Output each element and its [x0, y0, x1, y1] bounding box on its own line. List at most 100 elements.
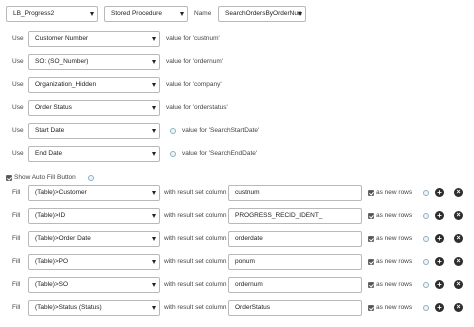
as-new-rows-checkbox[interactable] — [368, 259, 374, 265]
chevron-down-icon — [152, 191, 156, 195]
use-label: Use — [12, 58, 24, 65]
chevron-down-icon — [152, 306, 156, 310]
info-icon[interactable] — [423, 305, 429, 311]
use-value-text: value for 'orderstatus' — [166, 104, 228, 111]
result-column-input[interactable]: OrderStatus — [228, 300, 362, 316]
chevron-down-icon — [152, 60, 156, 64]
info-icon[interactable] — [423, 282, 429, 288]
chevron-down-icon — [298, 12, 302, 16]
as-new-rows-checkbox[interactable] — [368, 190, 374, 196]
fill-label: Fill — [12, 235, 21, 242]
use-label: Use — [12, 104, 24, 111]
fill-field-select[interactable]: (Table)>ID — [28, 208, 160, 224]
add-icon[interactable]: + — [435, 280, 444, 289]
use-field-select[interactable]: Order Status — [28, 100, 160, 116]
result-column-input[interactable]: PROGRESS_RECID_IDENT_ — [228, 208, 362, 224]
use-field-value: SO: (SO_Number) — [35, 58, 89, 65]
result-column-input[interactable]: ponum — [228, 254, 362, 270]
type-select[interactable]: Stored Procedure — [104, 6, 188, 22]
result-column-input[interactable]: ordernum — [228, 277, 362, 293]
add-icon[interactable]: + — [435, 257, 444, 266]
use-value-text: value for 'SearchEndDate' — [182, 150, 258, 157]
use-field-value: End Date — [35, 150, 63, 157]
as-new-rows-checkbox[interactable] — [368, 282, 374, 288]
remove-icon[interactable]: × — [454, 211, 463, 220]
as-new-rows-label: as new rows — [376, 212, 413, 219]
use-label: Use — [12, 81, 24, 88]
with-result-text: with result set column — [164, 235, 227, 242]
fill-field-select[interactable]: (Table)>Customer — [28, 185, 160, 201]
remove-icon[interactable]: × — [454, 234, 463, 243]
as-new-rows-label: as new rows — [376, 304, 413, 311]
info-icon[interactable] — [170, 128, 176, 134]
use-value-text: value for 'ordernum' — [166, 58, 224, 65]
with-result-text: with result set column — [164, 304, 227, 311]
chevron-down-icon — [152, 83, 156, 87]
fill-label: Fill — [12, 189, 21, 196]
use-field-select[interactable]: Customer Number — [28, 31, 160, 47]
chevron-down-icon — [180, 12, 184, 16]
with-result-text: with result set column — [164, 281, 227, 288]
as-new-rows-checkbox[interactable] — [368, 305, 374, 311]
use-label: Use — [12, 127, 24, 134]
fill-label: Fill — [12, 304, 21, 311]
chevron-down-icon — [152, 214, 156, 218]
fill-field-value: (Table)>ID — [35, 212, 66, 219]
info-icon[interactable] — [423, 259, 429, 265]
as-new-rows-checkbox[interactable] — [368, 213, 374, 219]
chevron-down-icon — [152, 237, 156, 241]
use-field-value: Start Date — [35, 127, 65, 134]
info-icon[interactable] — [423, 213, 429, 219]
use-field-value: Customer Number — [35, 35, 89, 42]
fill-field-select[interactable]: (Table)>Order Date — [28, 231, 160, 247]
add-icon[interactable]: + — [435, 211, 444, 220]
info-icon[interactable] — [423, 236, 429, 242]
info-icon[interactable] — [170, 151, 176, 157]
as-new-rows-label: as new rows — [376, 281, 413, 288]
as-new-rows-label: as new rows — [376, 189, 413, 196]
chevron-down-icon — [152, 260, 156, 264]
fill-field-value: (Table)>SO — [35, 281, 69, 288]
show-autofill-label: Show Auto Fill Button — [14, 174, 76, 181]
connection-select[interactable]: LB_Progress2 — [6, 6, 98, 22]
remove-icon[interactable]: × — [454, 188, 463, 197]
info-icon[interactable] — [423, 190, 429, 196]
result-column-input[interactable]: custnum — [228, 185, 362, 201]
use-field-value: Order Status — [35, 104, 72, 111]
chevron-down-icon — [152, 129, 156, 133]
remove-icon[interactable]: × — [454, 257, 463, 266]
add-icon[interactable]: + — [435, 234, 444, 243]
as-new-rows-label: as new rows — [376, 235, 413, 242]
use-label: Use — [12, 35, 24, 42]
result-column-input[interactable]: orderdate — [228, 231, 362, 247]
fill-label: Fill — [12, 212, 21, 219]
show-autofill-checkbox[interactable] — [6, 175, 12, 181]
as-new-rows-checkbox[interactable] — [368, 236, 374, 242]
info-icon[interactable] — [88, 175, 94, 181]
chevron-down-icon — [152, 152, 156, 156]
fill-field-value: (Table)>Status (Status) — [35, 304, 102, 311]
with-result-text: with result set column — [164, 189, 227, 196]
use-value-text: value for 'company' — [166, 81, 222, 88]
use-label: Use — [12, 150, 24, 157]
add-icon[interactable]: + — [435, 303, 444, 312]
chevron-down-icon — [152, 283, 156, 287]
fill-label: Fill — [12, 258, 21, 265]
fill-field-select[interactable]: (Table)>Status (Status) — [28, 300, 160, 316]
fill-field-select[interactable]: (Table)>SO — [28, 277, 160, 293]
fill-field-select[interactable]: (Table)>PO — [28, 254, 160, 270]
procedure-name-value: SearchOrdersByOrderNun — [225, 10, 302, 17]
use-field-select[interactable]: Organization_Hidden — [28, 77, 160, 93]
as-new-rows-label: as new rows — [376, 258, 413, 265]
use-field-select[interactable]: End Date — [28, 146, 160, 162]
remove-icon[interactable]: × — [454, 303, 463, 312]
remove-icon[interactable]: × — [454, 280, 463, 289]
use-field-select[interactable]: Start Date — [28, 123, 160, 139]
add-icon[interactable]: + — [435, 188, 444, 197]
name-label: Name — [194, 10, 212, 17]
use-field-select[interactable]: SO: (SO_Number) — [28, 54, 160, 70]
chevron-down-icon — [152, 106, 156, 110]
procedure-name-select[interactable]: SearchOrdersByOrderNun — [218, 6, 306, 22]
use-value-text: value for 'custnum' — [166, 35, 220, 42]
type-select-value: Stored Procedure — [111, 10, 162, 17]
